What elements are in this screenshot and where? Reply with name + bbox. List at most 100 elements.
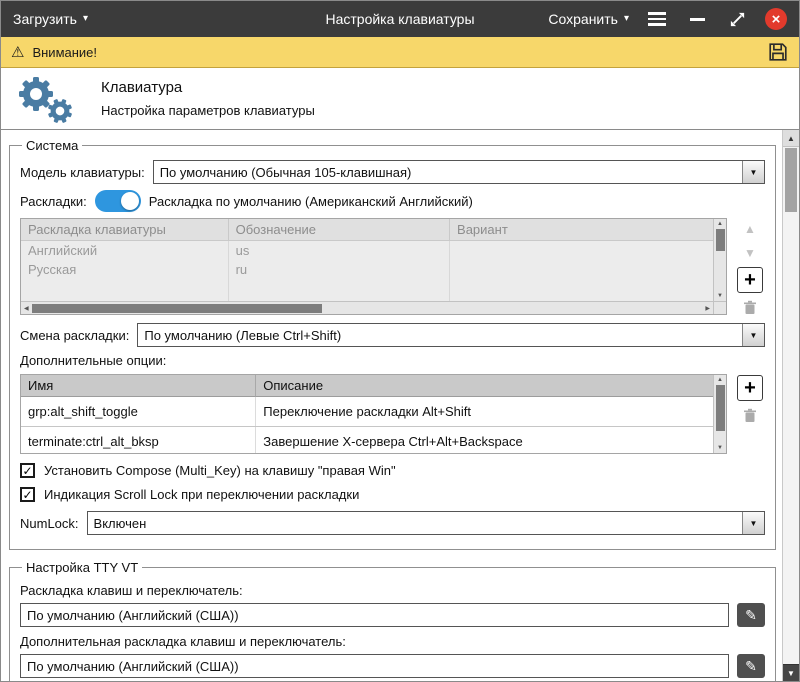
layout-switch-row: Смена раскладки: По умолчанию (Левые Ctr… — [20, 323, 765, 347]
layouts-table: Раскладка клавиатуры Обозначение Вариант… — [20, 218, 727, 315]
compose-checkbox-label: Установить Compose (Multi_Key) на клавиш… — [44, 463, 396, 478]
column-header: Вариант — [450, 219, 713, 241]
warning-icon: ⚠ — [11, 45, 24, 60]
dropdown-button[interactable]: ▼ — [742, 512, 764, 534]
scroll-thumb[interactable] — [785, 148, 797, 212]
numlock-label: NumLock: — [20, 516, 79, 531]
move-down-button[interactable]: ▼ — [738, 243, 762, 263]
cell-option-name: grp:alt_shift_toggle — [21, 397, 256, 426]
edit-tty-layout-button[interactable]: ✎ — [737, 603, 765, 627]
load-menu-button[interactable]: Загрузить ▾ — [13, 11, 88, 27]
left-arrow-icon: ◀ — [21, 305, 32, 312]
options-table-header: Имя Описание — [21, 375, 713, 397]
tty-layout-input[interactable]: По умолчанию (Английский (США)) — [20, 603, 729, 627]
window-title: Настройка клавиатуры — [325, 11, 474, 27]
column-header: Раскладка клавиатуры — [21, 219, 229, 241]
default-layout-toggle[interactable] — [95, 190, 141, 212]
table-row[interactable]: grp:alt_shift_toggle Переключение раскла… — [21, 397, 713, 427]
scrolllock-checkbox-label: Индикация Scroll Lock при переключении р… — [44, 487, 359, 502]
table-row[interactable]: terminate:ctrl_alt_bksp Завершение X-сер… — [21, 427, 713, 453]
options-table: Имя Описание grp:alt_shift_toggle Перекл… — [20, 374, 727, 454]
system-group-legend: Система — [22, 138, 82, 153]
tty-extra-layout-value: По умолчанию (Английский (США)) — [27, 659, 239, 674]
keyboard-model-row: Модель клавиатуры: По умолчанию (Обычная… — [20, 160, 765, 184]
titlebar: Загрузить ▾ Настройка клавиатуры Сохрани… — [1, 1, 799, 37]
scrollbar-corner — [713, 301, 726, 314]
cell-layout-variant — [450, 241, 713, 260]
table-row[interactable]: Русская ru — [21, 260, 713, 279]
tty-extra-layout-label: Дополнительная раскладка клавиш и перекл… — [20, 634, 765, 649]
scrolllock-checkbox-row[interactable]: ✓ Индикация Scroll Lock при переключении… — [20, 487, 765, 502]
cell-layout-name: Английский — [21, 241, 229, 260]
save-menu-button[interactable]: Сохранить ▾ — [548, 11, 629, 27]
scroll-up-button[interactable]: ▲ — [783, 130, 799, 147]
default-layout-toggle-label: Раскладка по умолчанию (Американский Анг… — [149, 194, 473, 209]
down-arrow-icon: ▼ — [717, 443, 723, 453]
layout-switch-value: По умолчанию (Левые Ctrl+Shift) — [138, 324, 742, 346]
table-empty-area — [21, 279, 713, 301]
close-icon: × — [772, 12, 781, 27]
layouts-table-vscrollbar[interactable]: ▲ ▼ — [713, 219, 726, 301]
tty-vt-group: Настройка TTY VT Раскладка клавиш и пере… — [9, 560, 776, 681]
scroll-track[interactable] — [783, 213, 799, 664]
cell-layout-code: ru — [229, 260, 450, 279]
column-header: Имя — [21, 375, 256, 397]
compose-checkbox-row[interactable]: ✓ Установить Compose (Multi_Key) на клав… — [20, 463, 765, 478]
options-table-buttons: + — [735, 374, 765, 425]
layout-switch-select[interactable]: По умолчанию (Левые Ctrl+Shift) ▼ — [137, 323, 765, 347]
keyboard-model-select[interactable]: По умолчанию (Обычная 105-клавишная) ▼ — [153, 160, 765, 184]
warning-text: Внимание! — [32, 45, 97, 60]
main-menu-button[interactable] — [645, 7, 669, 31]
plus-icon: + — [744, 378, 756, 398]
add-layout-button[interactable]: + — [737, 267, 763, 293]
page-subtitle: Настройка параметров клавиатуры — [101, 103, 315, 118]
table-row[interactable]: Английский us — [21, 241, 713, 260]
dropdown-button[interactable]: ▼ — [742, 161, 764, 183]
layouts-table-buttons: ▲ ▼ + — [735, 218, 765, 317]
options-table-vscrollbar[interactable]: ▲ ▼ — [713, 375, 726, 453]
tty-extra-layout-input[interactable]: По умолчанию (Английский (США)) — [20, 654, 729, 678]
chevron-down-icon: ▼ — [750, 519, 758, 528]
expand-icon — [729, 11, 746, 28]
layouts-table-hscrollbar[interactable]: ◀ ▶ — [21, 301, 713, 314]
floppy-icon — [767, 41, 789, 63]
scroll-thumb[interactable] — [716, 229, 725, 251]
content-scrollbar[interactable]: ▲ ▼ — [782, 130, 799, 681]
checkbox-checked-icon[interactable]: ✓ — [20, 487, 35, 502]
cell-option-name: terminate:ctrl_alt_bksp — [21, 427, 256, 453]
tty-layout-label: Раскладка клавиш и переключатель: — [20, 583, 765, 598]
scroll-thumb[interactable] — [32, 304, 323, 313]
chevron-down-icon: ▼ — [750, 168, 758, 177]
right-arrow-icon: ▶ — [702, 305, 713, 312]
trash-icon — [743, 300, 757, 315]
chevron-down-icon: ▼ — [750, 331, 758, 340]
dropdown-button[interactable]: ▼ — [742, 324, 764, 346]
close-button[interactable]: × — [765, 8, 787, 30]
tty-layout-row: По умолчанию (Английский (США)) ✎ — [20, 603, 765, 627]
tty-extra-layout-row: По умолчанию (Английский (США)) ✎ — [20, 654, 765, 678]
edit-tty-extra-layout-button[interactable]: ✎ — [737, 654, 765, 678]
minimize-icon — [690, 18, 705, 21]
cell-option-description: Переключение раскладки Alt+Shift — [256, 397, 713, 426]
up-arrow-icon: ▲ — [744, 222, 756, 236]
save-to-file-button[interactable] — [767, 41, 789, 63]
check-icon: ✓ — [22, 465, 32, 477]
scroll-down-button[interactable]: ▼ — [783, 664, 799, 681]
minimize-button[interactable] — [685, 7, 709, 31]
add-option-button[interactable]: + — [737, 375, 763, 401]
move-up-button[interactable]: ▲ — [738, 219, 762, 239]
checkbox-checked-icon[interactable]: ✓ — [20, 463, 35, 478]
cell-layout-variant — [450, 260, 713, 279]
layouts-row: Раскладки: Раскладка по умолчанию (Амери… — [20, 190, 765, 212]
keyboard-settings-window: Загрузить ▾ Настройка клавиатуры Сохрани… — [0, 0, 800, 682]
delete-layout-button[interactable] — [738, 297, 762, 317]
delete-option-button[interactable] — [738, 405, 762, 425]
maximize-button[interactable] — [725, 7, 749, 31]
numlock-select[interactable]: Включен ▼ — [87, 511, 765, 535]
numlock-value: Включен — [88, 512, 742, 534]
chevron-down-icon: ▾ — [624, 14, 629, 24]
down-arrow-icon: ▼ — [787, 669, 795, 678]
column-header: Обозначение — [229, 219, 450, 241]
cell-layout-code: us — [229, 241, 450, 260]
scroll-thumb[interactable] — [716, 385, 725, 431]
